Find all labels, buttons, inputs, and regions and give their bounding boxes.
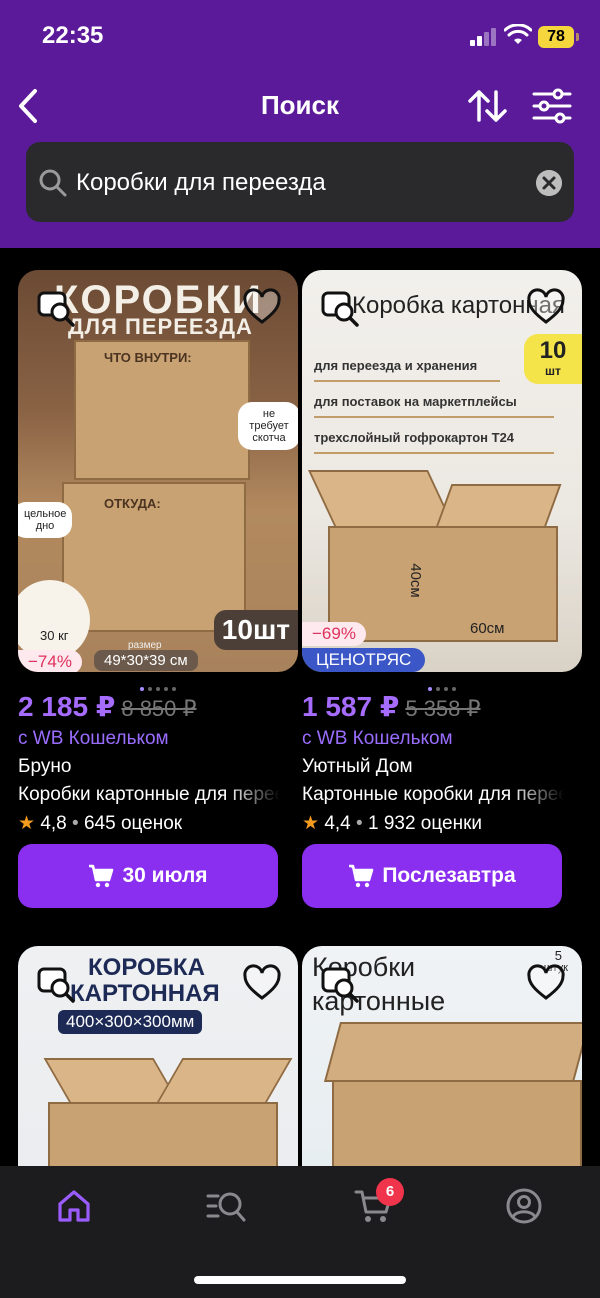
image-subheadline: ДЛЯ ПЕРЕЕЗДА: [68, 314, 253, 339]
star-icon: ★: [302, 813, 320, 834]
price: 2 185 ₽: [18, 691, 116, 722]
sort-arrows-icon: [468, 90, 507, 122]
image-text: 49*30*39 см: [94, 650, 198, 671]
delivery-date: 30 июля: [122, 864, 208, 887]
image-text: для переезда и хранения: [314, 358, 478, 373]
box-illustration: [48, 1102, 278, 1166]
box-flap: [153, 1058, 293, 1108]
product-card[interactable]: Коробка картонная для переезда и хранени…: [302, 270, 582, 910]
box-illustration: [332, 1080, 582, 1166]
catalog-search-tab-icon[interactable]: [206, 1186, 246, 1226]
price-row: 2 185 ₽8 850 ₽: [18, 690, 298, 724]
image-text: цельное дно: [18, 502, 72, 538]
divider: [314, 452, 554, 454]
divider: [314, 380, 500, 382]
image-text: для поставок на маркетплейсы: [314, 394, 517, 409]
add-to-cart-button[interactable]: Послезавтра: [302, 844, 562, 908]
price-row: 1 587 ₽5 358 ₽: [302, 690, 582, 724]
image-text: ОТКУДА:: [104, 496, 161, 511]
discount-badge: −74%: [18, 650, 82, 672]
star-icon: ★: [18, 813, 36, 834]
search-input[interactable]: Коробки для переезда: [26, 142, 574, 222]
product-card[interactable]: КОРОБКИ ДЛЯ ПЕРЕЕЗДА ЧТО ВНУТРИ: ОТКУДА:…: [18, 270, 298, 910]
find-similar-icon[interactable]: [36, 964, 76, 1004]
product-title: Картонные коробки для переезда: [302, 784, 564, 805]
product-card[interactable]: КОРОБКА КАРТОННАЯ 400×300×300мм: [18, 946, 298, 1166]
box-flap: [308, 470, 456, 530]
find-similar-icon[interactable]: [320, 964, 360, 1004]
image-text: 30 кг: [40, 628, 69, 643]
quantity-value: 10: [539, 337, 567, 364]
cart-count-badge: 6: [376, 1178, 404, 1206]
wifi-icon: [504, 24, 532, 44]
find-similar-icon[interactable]: [36, 288, 76, 328]
wallet-label: с WB Кошельком: [302, 728, 453, 749]
delivery-date: Послезавтра: [382, 864, 516, 887]
heart-icon[interactable]: [242, 288, 282, 328]
image-text: не требует скотча: [238, 402, 298, 450]
battery-nub: [576, 33, 579, 41]
rating: ★ 4,8 • 645 оценок: [18, 813, 183, 834]
clear-search-icon[interactable]: [536, 170, 562, 196]
product-image[interactable]: Коробка картонная для переезда и хранени…: [302, 270, 582, 672]
page-title: Поиск: [260, 90, 340, 120]
review-count: 1 932 оценки: [367, 813, 483, 834]
quantity-unit: шт: [545, 364, 561, 378]
discount-badge: −69%: [302, 622, 366, 646]
search-query: Коробки для переезда: [76, 169, 326, 196]
rating: ★ 4,4 • 1 932 оценки: [302, 813, 483, 834]
product-image[interactable]: КОРОБКА КАРТОННАЯ 400×300×300мм: [18, 946, 298, 1166]
promo-badge: ЦЕНОТРЯС: [302, 648, 426, 672]
product-card[interactable]: Коробки картонные 5 штук: [302, 946, 582, 1166]
image-headline: КОРОБКА: [88, 954, 205, 981]
rating-value: 4,8: [40, 813, 67, 834]
profile-tab-icon[interactable]: [504, 1186, 544, 1226]
price: 1 587 ₽: [302, 691, 400, 722]
image-pagination: [18, 678, 298, 691]
heart-icon[interactable]: [526, 288, 566, 328]
home-tab-icon[interactable]: [54, 1186, 94, 1226]
status-bar: 22:35 78: [0, 0, 600, 72]
cart-icon: [89, 864, 114, 888]
image-text: 60см: [470, 620, 505, 637]
status-time: 22:35: [42, 22, 104, 49]
find-similar-icon[interactable]: [320, 288, 360, 328]
home-indicator: [194, 1276, 406, 1284]
image-text: ЧТО ВНУТРИ:: [104, 350, 192, 365]
header: 22:35 78 Поиск Коробки для переезда: [0, 0, 600, 248]
add-to-cart-button[interactable]: 30 июля: [18, 844, 278, 908]
brand: Бруно: [18, 756, 72, 777]
wallet-label: с WB Кошельком: [18, 728, 169, 749]
image-size-label: 400×300×300мм: [58, 1010, 203, 1034]
quantity-badge: 10 шт: [524, 334, 582, 384]
signal-icon: [470, 28, 498, 46]
rating-value: 4,4: [324, 813, 351, 834]
corner-count: 5: [554, 948, 562, 963]
nav-row: Поиск: [0, 80, 600, 130]
product-title: Коробки картонные для переезда: [18, 784, 280, 805]
battery-indicator: 78: [538, 26, 574, 48]
weight-circle: 30 кг: [18, 580, 90, 660]
old-price: 5 358 ₽: [405, 696, 481, 721]
image-text: 10шт: [213, 610, 298, 650]
product-image[interactable]: Коробки картонные 5 штук: [302, 946, 582, 1166]
brand: Уютный Дом: [302, 756, 413, 777]
image-subheadline: КАРТОННАЯ: [70, 980, 220, 1007]
divider: [314, 416, 554, 418]
review-count: 645 оценок: [83, 813, 183, 834]
heart-icon[interactable]: [526, 964, 566, 1004]
image-pagination: [302, 678, 582, 691]
filter-sliders-icon: [532, 88, 572, 124]
filter-button[interactable]: [530, 86, 574, 126]
heart-icon[interactable]: [242, 964, 282, 1004]
box-top: [323, 1022, 582, 1082]
cart-icon: [349, 864, 374, 888]
search-icon: [39, 169, 67, 197]
image-text: 40см: [406, 563, 424, 598]
image-text: трехслойный гофрокартон Т24: [314, 430, 515, 445]
old-price: 8 850 ₽: [121, 696, 197, 721]
sort-button[interactable]: [466, 86, 510, 126]
product-image[interactable]: КОРОБКИ ДЛЯ ПЕРЕЕЗДА ЧТО ВНУТРИ: ОТКУДА:…: [18, 270, 298, 672]
